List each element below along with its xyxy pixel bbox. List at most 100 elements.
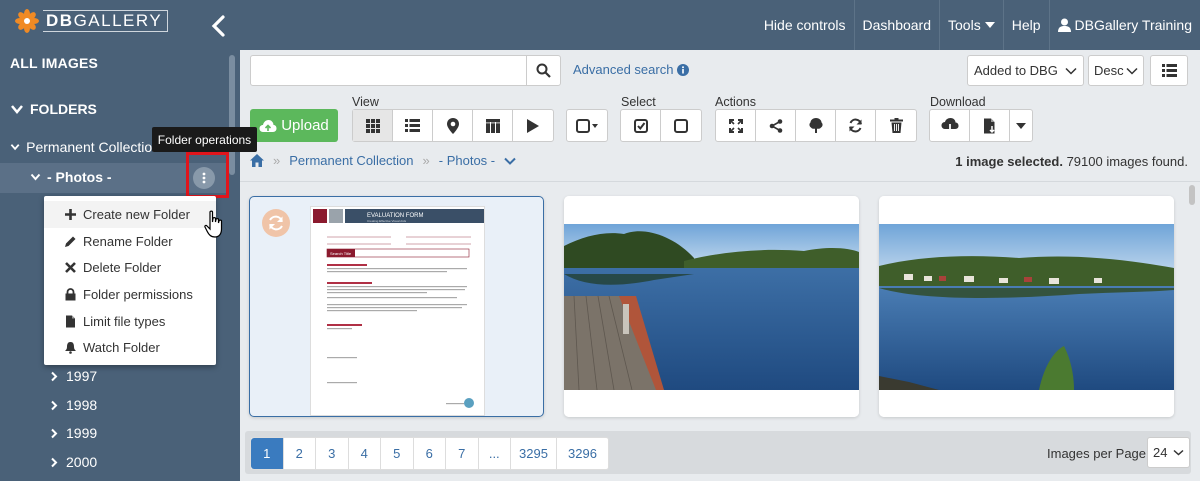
folder-label: 1998 xyxy=(66,397,98,413)
chevron-down-icon xyxy=(1173,449,1184,456)
images-per-page-select[interactable]: 24 xyxy=(1147,437,1190,468)
doc-subtitle: Creating Effective Visual Aids xyxy=(367,219,407,223)
view-slideshow-button[interactable] xyxy=(513,110,553,141)
select-all-button[interactable] xyxy=(621,110,661,141)
content-scrollbar[interactable] xyxy=(1189,185,1195,205)
fullscreen-button[interactable] xyxy=(716,110,756,141)
image-card[interactable] xyxy=(564,196,859,417)
tag-tree-button[interactable] xyxy=(796,110,836,141)
download-button[interactable] xyxy=(930,110,970,141)
logo-text: DBGALLERY xyxy=(43,10,169,32)
select-none-button[interactable] xyxy=(661,110,701,141)
menu-item-create-folder[interactable]: Create new Folder xyxy=(44,201,216,228)
menu-item-rename-folder[interactable]: Rename Folder xyxy=(44,228,216,255)
download-file-button[interactable] xyxy=(970,110,1010,141)
menu-item-folder-permissions[interactable]: Folder permissions xyxy=(44,281,216,308)
cloud-download-icon xyxy=(941,118,958,133)
folder-permanent-collection[interactable]: Permanent Collection xyxy=(10,139,160,155)
folder-year[interactable]: 1999 xyxy=(50,425,97,441)
menu-item-watch-folder[interactable]: Watch Folder xyxy=(44,334,216,361)
page-button[interactable]: 5 xyxy=(381,438,414,469)
menu-item-label: Watch Folder xyxy=(83,340,160,356)
delete-button[interactable] xyxy=(876,110,916,141)
breadcrumb-root[interactable]: Permanent Collection xyxy=(289,153,413,168)
folder-year[interactable]: 1998 xyxy=(50,397,97,413)
dashboard-link[interactable]: Dashboard xyxy=(855,0,941,50)
menu-item-delete-folder[interactable]: Delete Folder xyxy=(44,254,216,281)
sort-order-select[interactable]: Desc xyxy=(1088,55,1144,86)
file-download-icon xyxy=(983,118,995,133)
upload-label: Upload xyxy=(281,117,329,134)
advanced-search-label: Advanced search xyxy=(573,62,674,77)
view-map-button[interactable] xyxy=(433,110,473,141)
folder-label: Permanent Collection xyxy=(26,139,160,155)
user-menu[interactable]: DBGallery Training xyxy=(1050,0,1200,50)
folders-header[interactable]: FOLDERS xyxy=(10,101,97,117)
home-icon[interactable] xyxy=(250,154,264,167)
square-icon xyxy=(674,118,688,133)
grid-icon xyxy=(365,118,380,133)
page-button-current[interactable]: 1 xyxy=(251,438,284,469)
image-card[interactable] xyxy=(879,196,1174,417)
upload-button[interactable]: Upload xyxy=(250,109,338,142)
folder-label: - Photos - xyxy=(47,169,112,185)
advanced-search-link[interactable]: Advanced search xyxy=(573,62,690,77)
sort-field-select[interactable]: Added to DBG xyxy=(967,55,1084,86)
tree-icon xyxy=(808,118,823,133)
folder-label: 1999 xyxy=(66,425,98,441)
sort-field-value: Added to DBG xyxy=(974,63,1058,78)
folder-year[interactable]: 2000 xyxy=(50,454,97,470)
page-button[interactable]: 3296 xyxy=(557,438,608,469)
view-grid-button[interactable] xyxy=(353,110,393,141)
select-checkbox-button[interactable] xyxy=(567,110,607,141)
share-button[interactable] xyxy=(756,110,796,141)
all-images-link[interactable]: ALL IMAGES xyxy=(10,55,98,71)
bell-icon xyxy=(65,342,76,355)
breadcrumb-current[interactable]: - Photos - xyxy=(439,153,495,168)
folder-year[interactable]: 1997 xyxy=(50,368,97,384)
download-options-toggle[interactable] xyxy=(1010,110,1032,141)
page-button[interactable]: 2 xyxy=(284,438,316,469)
page-button[interactable]: 3 xyxy=(316,438,349,469)
refresh-button[interactable] xyxy=(836,110,876,141)
menu-item-label: Rename Folder xyxy=(83,233,173,249)
results-status: 1 image selected. 79100 images found. xyxy=(955,154,1188,169)
sort-order-value: Desc xyxy=(1094,63,1124,78)
page-button[interactable]: 4 xyxy=(349,438,381,469)
view-columns-button[interactable] xyxy=(473,110,513,141)
refresh-icon xyxy=(269,215,283,231)
menu-item-label: Create new Folder xyxy=(83,206,190,222)
user-icon xyxy=(1057,18,1071,32)
page-button[interactable]: 7 xyxy=(446,438,479,469)
tools-menu[interactable]: Tools xyxy=(940,0,1004,50)
help-link[interactable]: Help xyxy=(1004,0,1050,50)
tools-label: Tools xyxy=(948,17,981,33)
square-icon xyxy=(576,118,598,133)
top-nav-links: Hide controls Dashboard Tools Help DBGal… xyxy=(756,0,1200,50)
page-button[interactable]: 6 xyxy=(414,438,446,469)
breadcrumb-separator: » xyxy=(422,153,430,168)
page-button[interactable]: 3295 xyxy=(511,438,557,469)
image-card-selected[interactable]: EVALUATION FORM Creating Effective Visua… xyxy=(249,196,544,417)
app-logo[interactable]: DBGALLERY xyxy=(14,7,169,35)
sidebar-scrollbar[interactable] xyxy=(229,55,235,175)
menu-item-label: Limit file types xyxy=(83,313,166,329)
search-button[interactable] xyxy=(526,55,561,86)
chevron-down-icon[interactable] xyxy=(504,157,516,165)
user-name: DBGallery Training xyxy=(1074,17,1193,33)
view-list-button[interactable] xyxy=(393,110,433,141)
chevron-right-icon xyxy=(51,428,58,438)
menu-item-limit-file-types[interactable]: Limit file types xyxy=(44,308,216,335)
chevron-left-icon xyxy=(211,15,225,37)
list-layout-button[interactable] xyxy=(1150,55,1188,86)
sync-icon[interactable] xyxy=(262,209,290,237)
main-content: Advanced search Added to DBG Desc View S… xyxy=(240,50,1200,481)
expand-icon xyxy=(728,118,743,133)
hand-pointer-icon xyxy=(204,210,223,238)
highlight-box xyxy=(186,152,229,198)
download-group-label: Download xyxy=(930,95,986,109)
collapse-sidebar-button[interactable] xyxy=(208,14,230,38)
actions-button-group xyxy=(715,109,917,142)
hide-controls-link[interactable]: Hide controls xyxy=(756,0,855,50)
search-input[interactable] xyxy=(250,55,527,86)
